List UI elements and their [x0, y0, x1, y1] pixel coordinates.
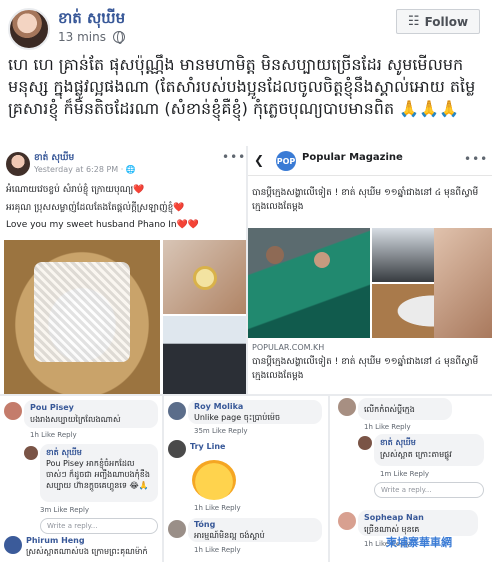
photo-grid: ខាត់ សុឃីម Yesterday at 6:28 PM · 🌐 ••• … — [0, 146, 492, 562]
avatar — [358, 436, 372, 450]
screenshot-facebook-post[interactable]: ខាត់ សុឃីម Yesterday at 6:28 PM · 🌐 ••• … — [0, 146, 246, 394]
emoji-sticker — [192, 460, 236, 500]
post-time: Yesterday at 6:28 PM · 🌐 — [34, 165, 136, 174]
author-avatar[interactable] — [8, 8, 50, 50]
back-arrow-icon: ❮ — [254, 153, 265, 167]
avatar — [338, 512, 356, 530]
comment-author: Pou Pisey — [30, 403, 74, 412]
author-name[interactable]: ខាត់ សុឃីម — [58, 9, 125, 31]
comment-meta: 1h Like Reply — [30, 431, 77, 439]
post-author: ខាត់ សុឃីម — [34, 153, 75, 163]
post-text: ហេ ហេ គ្រាន់តែ ផុសប៉ុណ្ណឹង មានមហាមិត្ត ម… — [8, 55, 476, 118]
car-photo — [163, 316, 246, 394]
comment-author: Tóng — [194, 520, 216, 529]
ring-photo — [434, 228, 492, 338]
magazine-logo: POP — [276, 151, 296, 171]
watermark: 柬埔寨華車網 — [386, 536, 452, 549]
magazine-text: បានប្តីក្មេងសង្ហាលើទៀត ! ខាត់ សុឃីម ១១ឆ្… — [252, 188, 479, 212]
comment-meta: 35m Like Reply — [194, 427, 248, 435]
post-line: អរគុណ ប្រុសសម្លាញ់ដែលតែងតែផ្ដល់ក្ដីស្រឡា… — [6, 203, 185, 213]
avatar — [168, 440, 186, 458]
jewelry-photo — [4, 240, 160, 394]
avatar — [168, 520, 186, 538]
page-name: Popular Magazine — [302, 152, 403, 163]
write-reply-input[interactable]: Write a reply... — [374, 482, 484, 498]
comment-text: លើកកំពស់ប្តីក្មេង — [364, 405, 415, 414]
screenshot-magazine-post[interactable]: ❮ POP Popular Magazine ••• បានប្តីក្មេងស… — [248, 146, 492, 394]
link-domain: POPULAR.COM.KH — [252, 343, 325, 352]
magazine-header: ❮ POP Popular Magazine ••• — [248, 146, 492, 176]
globe-icon — [113, 31, 125, 44]
follow-rss-icon: ☷ — [407, 14, 420, 29]
comment-meta: 1h Like Reply — [194, 546, 241, 554]
more-options-icon: ••• — [464, 152, 489, 166]
comment-author: Sopheap Nan — [364, 513, 424, 522]
write-reply-input[interactable]: Write a reply... — [40, 518, 158, 534]
comment-author: Try Line — [190, 442, 226, 451]
avatar — [4, 402, 22, 420]
follow-label: Follow — [424, 14, 469, 29]
comment-text: បងរាងសប្បាយក្រៃលែងណាស់ — [30, 415, 121, 424]
post-line: អំណោយវេចខ្ចប់ សំរាប់ខ្ញុំ ក្រោយបុណ្យ❤️ — [6, 185, 145, 195]
reply-text: Pou Pisey អាកខ្ញុំចំអកដែលចាស់ៗ ក៏ដូចជា អ… — [46, 459, 150, 490]
reply-meta: 1m Like Reply — [380, 470, 430, 478]
avatar — [168, 402, 186, 420]
couple-photo — [248, 228, 370, 338]
comments-screenshot-2[interactable]: Roy Molika Unlike page ចុះប្រាប់ម៉េច 35m… — [164, 396, 328, 562]
avatar — [6, 152, 30, 176]
comment-author: Phirum Heng — [26, 536, 85, 545]
comment-text: ស្រស់ស្អាតណាស់បង ក្រោមព្រះគុណម៉ាក់ — [26, 547, 148, 556]
reply-meta: 3m Like Reply — [40, 506, 90, 514]
link-title: បានប្តីក្មេងសង្ហាលើទៀត ! ខាត់ សុឃីម ១១ឆ្… — [252, 357, 479, 381]
comment-meta: 1h Like Reply — [194, 504, 241, 512]
comment-author: Roy Molika — [194, 402, 244, 411]
follow-button[interactable]: ☷ Follow — [396, 9, 480, 34]
reply-author: ខាត់ សុឃីម — [380, 438, 416, 447]
reply-text: ស្រស់ស្អាត ក្រោះតាមផ្លូវ — [380, 450, 452, 459]
comment-text: អារម្មណ៍មិនល្អ ចង់ស្តាប់ — [194, 531, 265, 540]
post-header: ខាត់ សុឃីម 13 mins ☷ Follow — [0, 0, 492, 50]
comment-meta: 1h Like Reply — [364, 423, 411, 431]
post-line: Love you my sweet husband Phano In❤️❤️ — [6, 220, 200, 230]
more-options-icon: ••• — [222, 150, 246, 164]
comment-text: Unlike page ចុះប្រាប់ម៉េច — [194, 413, 281, 422]
avatar — [338, 398, 356, 416]
ring-photo — [163, 240, 246, 314]
post-timestamp[interactable]: 13 mins — [58, 30, 106, 44]
avatar — [4, 536, 22, 554]
comments-screenshot-1[interactable]: Pou Pisey បងរាងសប្បាយក្រៃលែងណាស់ 1h Like… — [0, 396, 162, 562]
avatar — [24, 446, 38, 460]
